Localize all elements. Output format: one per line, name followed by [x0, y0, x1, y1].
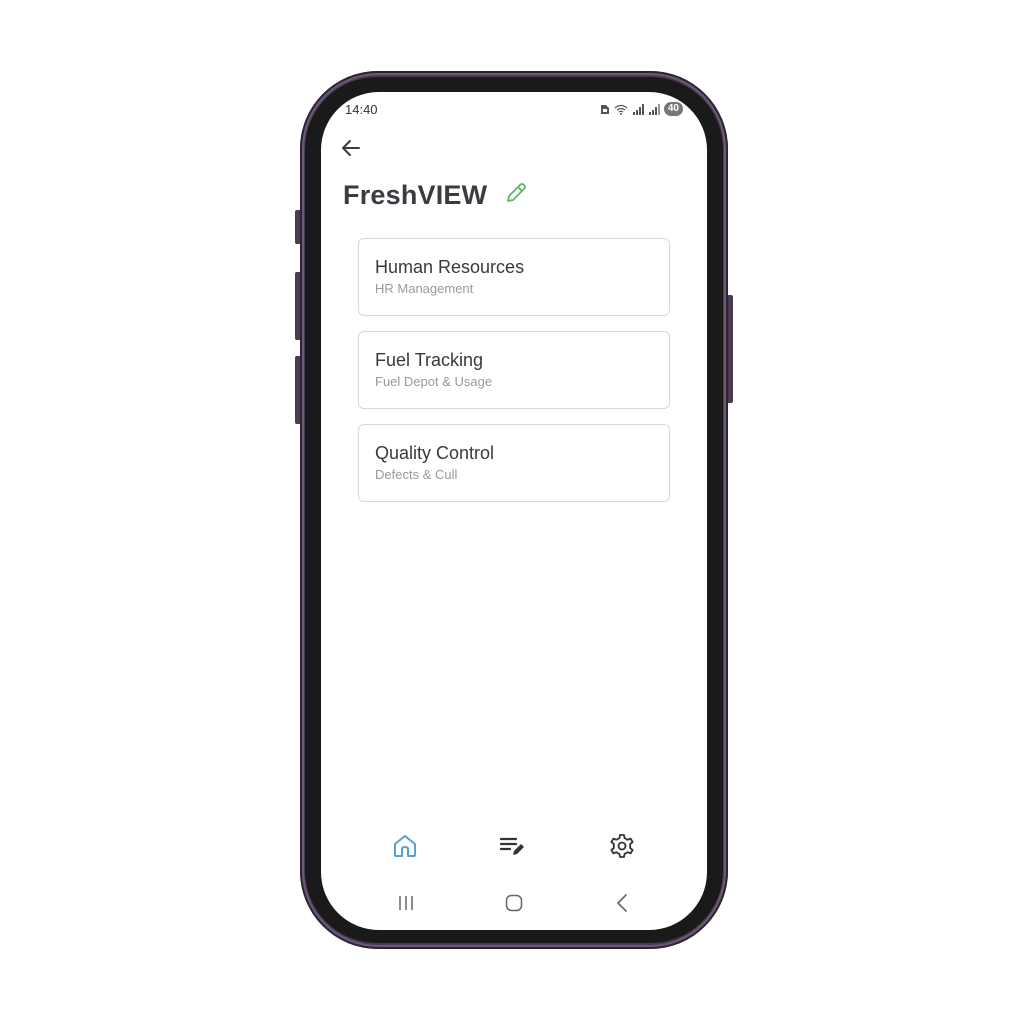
arrow-left-icon [341, 139, 361, 162]
module-card-human-resources[interactable]: Human Resources HR Management [358, 238, 670, 316]
nav-home[interactable] [387, 830, 423, 866]
module-title: Human Resources [375, 257, 525, 277]
wifi-icon [614, 104, 628, 115]
status-time: 14:40 [345, 102, 378, 117]
signal-icon-secondary [648, 103, 660, 115]
phone-screen: 14:40 40 FreshVIEW Human Resources HR Ma… [321, 92, 707, 930]
system-back-button[interactable] [607, 892, 637, 918]
system-nav-bar [321, 892, 707, 918]
module-subtitle: HR Management [375, 281, 474, 296]
edit-list-icon [499, 834, 527, 863]
home-circle-icon [505, 894, 523, 917]
module-title: Fuel Tracking [375, 350, 484, 370]
module-list: Human Resources HR Management Fuel Track… [358, 238, 670, 517]
edit-title-button[interactable] [503, 183, 529, 209]
gear-icon [609, 833, 635, 864]
system-home-button[interactable] [499, 892, 529, 918]
module-subtitle: Defects & Cull [375, 467, 458, 482]
module-subtitle: Fuel Depot & Usage [375, 374, 493, 389]
back-button[interactable] [339, 138, 363, 162]
status-icons: 40 [600, 102, 683, 116]
module-card-fuel-tracking[interactable]: Fuel Tracking Fuel Depot & Usage [358, 331, 670, 409]
module-title: Quality Control [375, 443, 495, 463]
sim-icon [600, 104, 610, 115]
module-card-quality-control[interactable]: Quality Control Defects & Cull [358, 424, 670, 502]
nav-edit-list[interactable] [495, 830, 531, 866]
home-icon [392, 833, 418, 864]
recents-icon [397, 895, 415, 916]
title-row: FreshVIEW [343, 180, 529, 211]
chevron-left-icon [616, 893, 628, 917]
battery-indicator: 40 [663, 102, 683, 116]
recents-button[interactable] [391, 892, 421, 918]
pencil-icon [504, 181, 528, 210]
signal-icon [632, 103, 644, 115]
nav-settings[interactable] [604, 830, 640, 866]
bottom-nav [321, 830, 707, 866]
page-title: FreshVIEW [343, 180, 488, 210]
stage: 14:40 40 FreshVIEW Human Resources HR Ma… [0, 0, 1024, 1024]
